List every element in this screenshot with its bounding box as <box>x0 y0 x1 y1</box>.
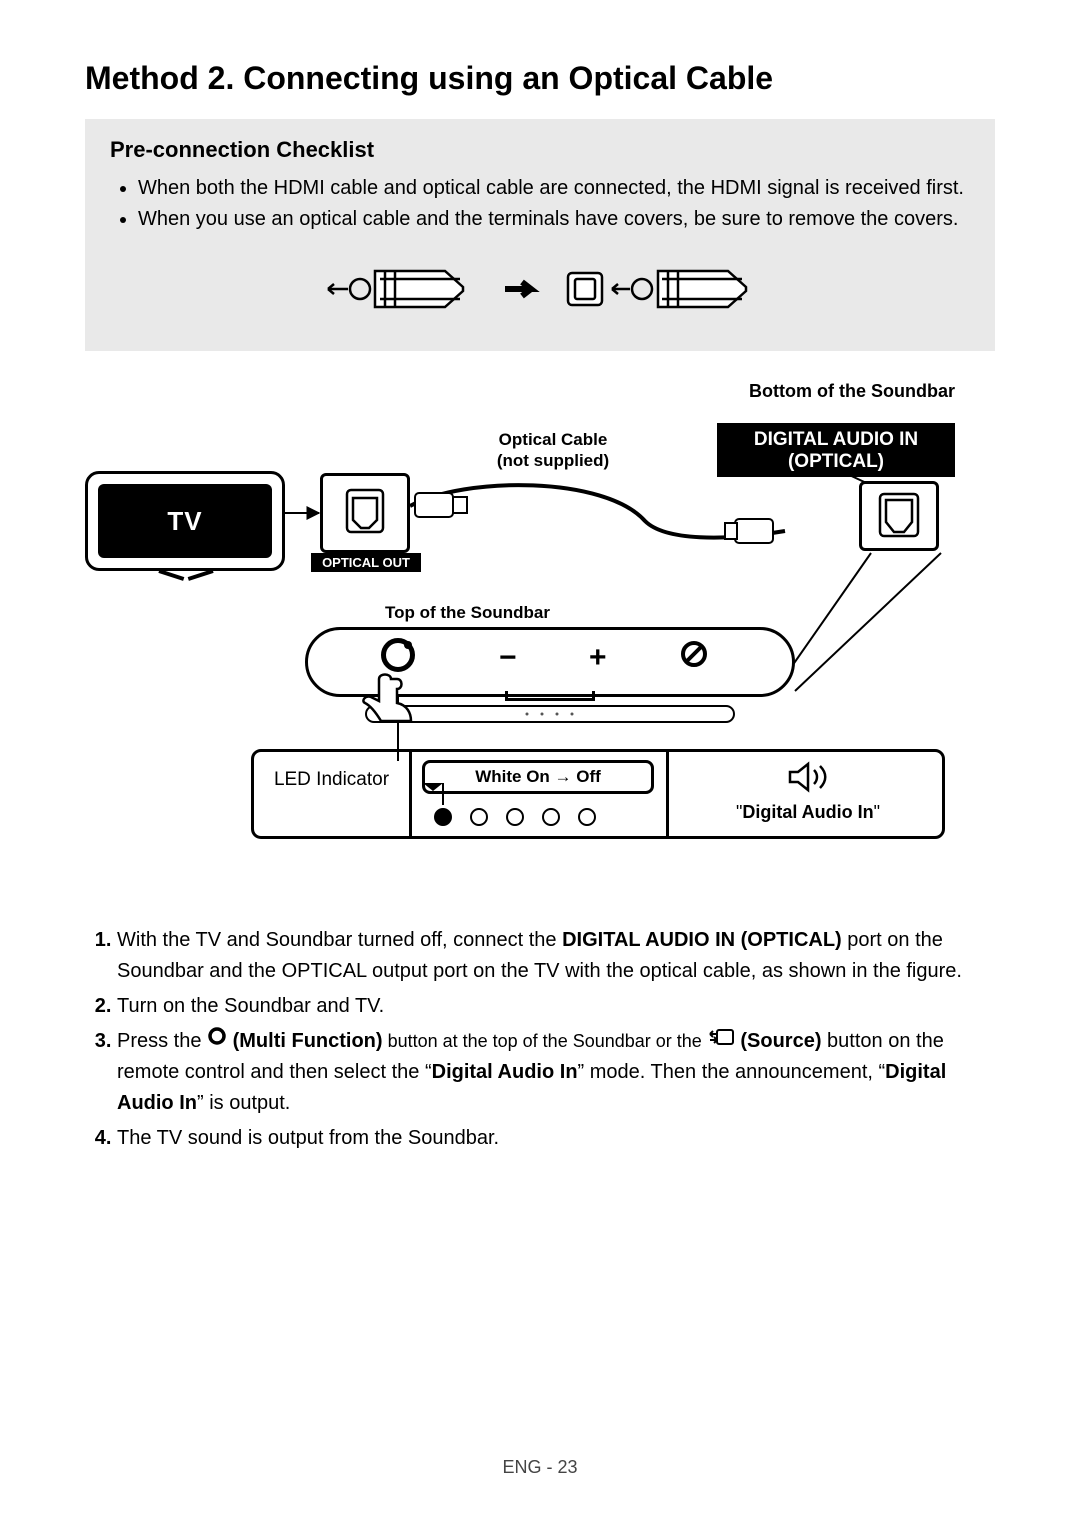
digital-audio-in-text: "Digital Audio In" <box>678 802 938 823</box>
soundbar-notch <box>505 691 595 701</box>
page-title: Method 2. Connecting using an Optical Ca… <box>85 60 995 97</box>
checklist-box: Pre-connection Checklist When both the H… <box>85 119 995 351</box>
tv-stand <box>155 569 215 575</box>
label-digital-audio-in: DIGITAL AUDIO IN (OPTICAL) <box>717 423 955 477</box>
optical-out-label: OPTICAL OUT <box>311 553 421 572</box>
digital-audio-in-port <box>859 481 939 551</box>
led-dots <box>434 808 596 826</box>
white-on-off-label: White On → Off <box>422 760 654 794</box>
multi-function-button-icon <box>381 638 415 672</box>
tv-graphic: TV <box>85 471 285 571</box>
instruction-steps: With the TV and Soundbar turned off, con… <box>85 925 995 1154</box>
checklist-heading: Pre-connection Checklist <box>110 137 970 163</box>
volume-up-icon: + <box>589 641 607 675</box>
volume-down-icon: − <box>499 641 517 675</box>
label-optical-cable: Optical Cable (not supplied) <box>463 429 643 472</box>
step-1: With the TV and Soundbar turned off, con… <box>117 925 995 987</box>
source-inline-icon <box>707 1025 735 1056</box>
checklist-item: When both the HDMI cable and optical cab… <box>138 173 970 204</box>
step-4: The TV sound is output from the Soundbar… <box>117 1123 995 1154</box>
checklist-item: When you use an optical cable and the te… <box>138 204 970 235</box>
step-3: Press the (Multi Function) button at the… <box>117 1026 995 1119</box>
step-2: Turn on the Soundbar and TV. <box>117 991 995 1022</box>
multi-function-inline-icon <box>207 1025 227 1056</box>
finger-press-icon <box>357 673 427 738</box>
label-top-soundbar: Top of the Soundbar <box>385 603 550 623</box>
speaker-output-icon <box>684 760 934 799</box>
cover-removal-diagram <box>110 249 970 329</box>
led-indicator-panel: LED Indicator White On → Off "Digital Au… <box>251 749 945 839</box>
optical-out-port <box>320 473 410 553</box>
tv-label: TV <box>98 484 272 558</box>
label-bottom-soundbar: Bottom of the Soundbar <box>749 381 955 402</box>
mute-icon <box>679 639 709 677</box>
connection-diagram: Bottom of the Soundbar Optical Cable (no… <box>85 381 995 901</box>
page-footer: ENG - 23 <box>0 1457 1080 1478</box>
led-indicator-label: LED Indicator <box>254 768 409 793</box>
